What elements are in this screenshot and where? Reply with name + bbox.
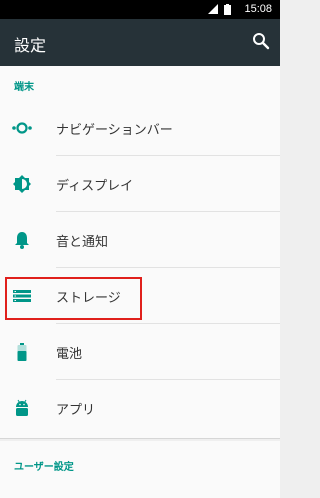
settings-item-navigation-bar[interactable]: ナビゲーションバー: [0, 100, 280, 156]
battery-status-icon: [224, 4, 231, 15]
battery-icon: [17, 343, 27, 361]
bell-icon: [15, 232, 29, 249]
navigation-bar-icon: [12, 122, 32, 134]
settings-item-label: アプリ: [56, 403, 96, 418]
settings-item-label: 電池: [56, 347, 83, 362]
status-time: 15:08: [244, 3, 272, 15]
settings-item-label: 音と通知: [56, 235, 109, 250]
page-title: 設定: [14, 36, 47, 55]
settings-item-sound-notification[interactable]: 音と通知: [0, 212, 280, 268]
settings-item-display[interactable]: ディスプレイ: [0, 156, 280, 212]
settings-item-apps[interactable]: アプリ: [0, 380, 280, 436]
status-bar: 15:08: [0, 0, 280, 19]
highlight-box: [5, 277, 142, 320]
search-icon[interactable]: [252, 32, 270, 50]
section-header-user: ユーザー設定: [14, 462, 74, 473]
settings-item-label: ナビゲーションバー: [56, 123, 173, 138]
signal-icon: [208, 4, 218, 14]
android-icon: [16, 399, 28, 416]
display-brightness-icon: [13, 175, 31, 193]
settings-card: 端末 ナビゲーションバー ディスプレイ 音と通知 ストレージ 電池 アプリ: [0, 66, 280, 439]
settings-item-label: ディスプレイ: [56, 179, 134, 194]
toolbar: 設定: [0, 19, 280, 66]
user-settings-section: ユーザー設定: [0, 441, 280, 498]
section-header-terminal: 端末: [14, 82, 34, 93]
settings-item-battery[interactable]: 電池: [0, 324, 280, 380]
